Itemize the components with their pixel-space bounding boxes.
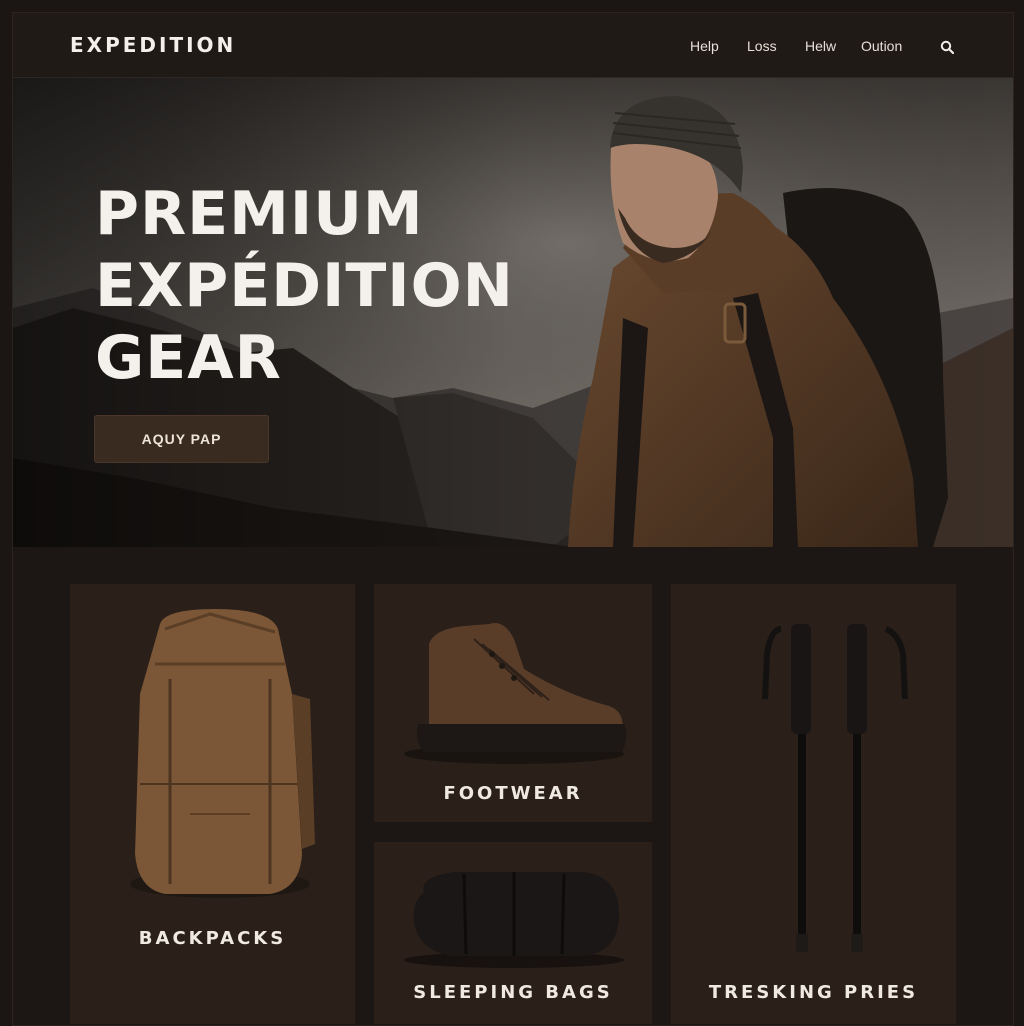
boot-image (404, 623, 627, 764)
trekking-poles-image (762, 624, 908, 952)
search-icon[interactable] (940, 39, 955, 55)
hero-title-line-2: EXPÉDITION (95, 251, 514, 321)
hero-title-line-1: PREMIUM (95, 179, 424, 249)
category-card-trekking-poles[interactable]: TRESKING PRIES (671, 584, 956, 1024)
category-label-sleeping-bags: SLEEPING BAGS (413, 982, 613, 1003)
sleeping-bag-image (404, 872, 624, 968)
category-card-sleeping-bags[interactable]: SLEEPING BAGS (374, 842, 652, 1024)
hero-cta-button[interactable]: AQUY PAP (94, 415, 269, 463)
brand-logo[interactable]: EXPEDITION (70, 33, 236, 57)
category-label-trekking-poles: TRESKING PRIES (708, 982, 919, 1003)
category-label-footwear: FOOTWEAR (443, 783, 583, 804)
nav-link-oution[interactable]: Oution (861, 38, 902, 54)
nav-link-helw[interactable]: Helw (805, 38, 836, 54)
top-nav: EXPEDITION Help Loss Helw Oution (13, 13, 1013, 78)
hero-title: PREMIUM EXPÉDITION GEAR (95, 178, 514, 394)
page-frame: EXPEDITION Help Loss Helw Oution PREMIUM… (12, 12, 1014, 1026)
nav-link-help[interactable]: Help (690, 38, 719, 54)
hero-title-line-3: GEAR (95, 323, 282, 393)
category-label-backpacks: BACKPACKS (138, 928, 287, 949)
category-card-backpacks[interactable]: BACKPACKS (70, 584, 355, 1024)
backpack-image (130, 609, 315, 898)
nav-link-loss[interactable]: Loss (747, 38, 777, 54)
hero-banner: PREMIUM EXPÉDITION GEAR AQUY PAP (13, 78, 1013, 547)
category-card-footwear[interactable]: FOOTWEAR (374, 584, 652, 822)
